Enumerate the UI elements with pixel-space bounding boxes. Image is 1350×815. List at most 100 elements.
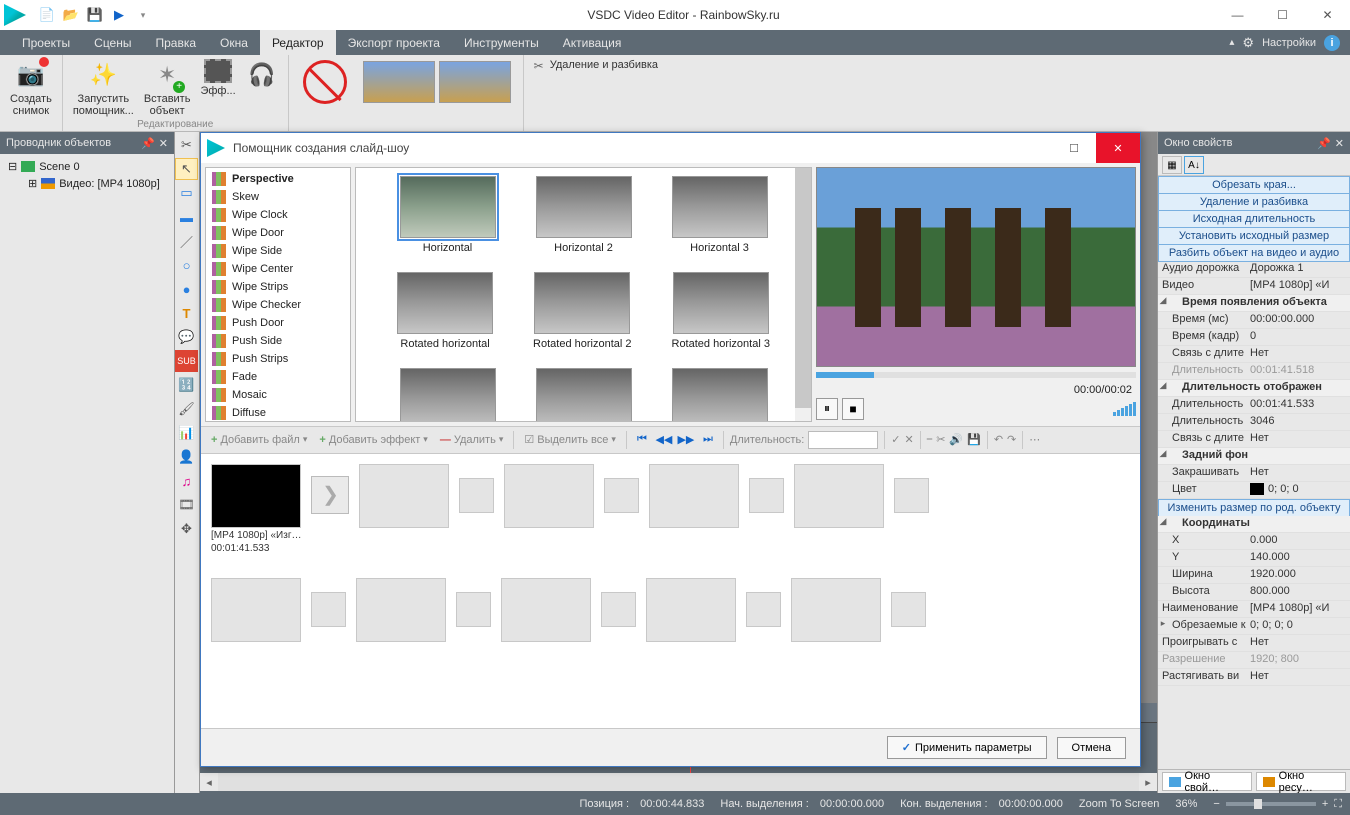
prop-button[interactable]: Установить исходный размер: [1158, 227, 1350, 245]
color-swatch[interactable]: [1250, 483, 1264, 495]
prop-row[interactable]: Наименование[MP4 1080p] «И: [1158, 601, 1350, 618]
slide-slot[interactable]: [211, 578, 301, 642]
prop-group-header[interactable]: ◢Длительность отображен: [1158, 380, 1350, 397]
prop-row[interactable]: ЗакрашиватьНет: [1158, 465, 1350, 482]
prop-row[interactable]: Ширина1920.000: [1158, 567, 1350, 584]
transition-slot[interactable]: ❯: [311, 476, 349, 514]
prop-button[interactable]: Обрезать края...: [1158, 176, 1350, 194]
menu-projects[interactable]: Проекты: [10, 30, 82, 55]
sort-alpha-icon[interactable]: A↓: [1184, 156, 1204, 174]
menu-edit[interactable]: Правка: [144, 30, 209, 55]
timeline-scrollbar[interactable]: ◂ ▸: [200, 773, 1157, 791]
qat-play-icon[interactable]: ▶: [110, 6, 128, 24]
zoom-fit-icon[interactable]: ⛶: [1334, 798, 1342, 811]
gallery-item[interactable]: Rotated horizontal 2: [533, 272, 631, 350]
prop-group-header[interactable]: ◢Координаты: [1158, 516, 1350, 533]
del-split-label[interactable]: Удаление и разбивка: [550, 59, 658, 71]
prop-row[interactable]: Цвет0; 0; 0: [1158, 482, 1350, 499]
prop-group-header[interactable]: ◢Время появления объекта: [1158, 295, 1350, 312]
tool-filledrect-icon[interactable]: ▬: [175, 206, 198, 228]
nav-prev-icon[interactable]: ◀◀: [655, 431, 673, 449]
transition-slot[interactable]: [459, 478, 494, 513]
prop-row[interactable]: ▸Обрезаемые кра0; 0; 0; 0: [1158, 618, 1350, 635]
menu-export[interactable]: Экспорт проекта: [336, 30, 452, 55]
tool-icon[interactable]: ⎯: [927, 433, 933, 446]
tool-brush-icon[interactable]: 🖌: [175, 398, 198, 420]
slide-slot-filled[interactable]: [211, 464, 301, 528]
category-item[interactable]: Push Door: [208, 314, 348, 332]
transition-slot[interactable]: [601, 592, 636, 627]
ribbon-thumb[interactable]: [439, 61, 511, 103]
add-effect-button[interactable]: +Добавить эффект▾: [315, 432, 431, 448]
category-item[interactable]: Wipe Center: [208, 260, 348, 278]
prop-row[interactable]: Y140.000: [1158, 550, 1350, 567]
tool-text-icon[interactable]: T: [175, 302, 198, 324]
options-icon[interactable]: ⋯: [1029, 433, 1040, 446]
ribbon-thumb[interactable]: [363, 61, 435, 103]
prop-button[interactable]: Удаление и разбивка: [1158, 193, 1350, 211]
tool-icon[interactable]: 💾: [967, 433, 981, 446]
collapse-icon[interactable]: ⊟: [8, 160, 17, 173]
tool-icon[interactable]: 🔊: [949, 433, 963, 446]
info-icon[interactable]: i: [1324, 35, 1340, 51]
rotate-left-icon[interactable]: ↶: [994, 433, 1003, 446]
category-item[interactable]: Wipe Door: [208, 224, 348, 242]
maximize-button[interactable]: ☐: [1260, 0, 1305, 30]
minimize-button[interactable]: —: [1215, 0, 1260, 30]
zoom-slider[interactable]: [1226, 802, 1316, 806]
menu-activation[interactable]: Активация: [551, 30, 634, 55]
slide-slot[interactable]: [794, 464, 884, 528]
stop-button[interactable]: ■: [842, 398, 864, 420]
gallery-item[interactable]: Horizontal 3: [672, 176, 768, 254]
nav-next-icon[interactable]: ▶▶: [677, 431, 695, 449]
tab-properties[interactable]: Окно свой…: [1162, 772, 1252, 791]
tool-chart-icon[interactable]: 📊: [175, 422, 198, 444]
qat-save-icon[interactable]: 💾: [86, 6, 104, 24]
dialog-close-button[interactable]: ✕: [1096, 133, 1140, 163]
gear-icon[interactable]: ⚙: [1242, 35, 1254, 51]
wizard-button[interactable]: ✨ Запустить помощник...: [69, 57, 138, 119]
gallery-item[interactable]: Rotated horizontal: [397, 272, 493, 350]
gallery-item[interactable]: Vertical 2: [536, 368, 632, 422]
zoom-in-icon[interactable]: +: [1322, 798, 1328, 810]
add-file-button[interactable]: +Добавить файл▾: [207, 432, 311, 448]
transition-slot[interactable]: [746, 592, 781, 627]
cancel-button[interactable]: Отмена: [1057, 737, 1126, 759]
cross-icon[interactable]: ✕: [904, 433, 913, 446]
category-item[interactable]: Skew: [208, 188, 348, 206]
tool-pointer-icon[interactable]: ↖: [175, 158, 198, 180]
menu-windows[interactable]: Окна: [208, 30, 260, 55]
tool-move-icon[interactable]: ✥: [175, 518, 198, 540]
sort-categorized-icon[interactable]: ▦: [1162, 156, 1182, 174]
tool-icon[interactable]: ✂: [936, 433, 945, 446]
qat-dropdown-icon[interactable]: ▾: [134, 6, 152, 24]
prop-row[interactable]: X0.000: [1158, 533, 1350, 550]
category-item[interactable]: Wipe Strips: [208, 278, 348, 296]
tab-resources[interactable]: Окно ресу…: [1256, 772, 1346, 791]
slide-slot[interactable]: [791, 578, 881, 642]
insert-object-button[interactable]: ✶+ Вставить объект: [140, 57, 195, 119]
volume-icon[interactable]: [1113, 402, 1136, 416]
prop-row[interactable]: Высота800.000: [1158, 584, 1350, 601]
tool-line-icon[interactable]: ／: [175, 230, 198, 252]
tree-video-node[interactable]: ⊞ Видео: [MP4 1080p]: [4, 175, 170, 192]
tool-music-icon[interactable]: ♫: [175, 470, 198, 492]
apply-button[interactable]: ✓Применить параметры: [887, 736, 1047, 759]
preview-progress[interactable]: [816, 372, 1136, 378]
prop-row[interactable]: Связь с длитеНет: [1158, 431, 1350, 448]
category-item[interactable]: Wipe Clock: [208, 206, 348, 224]
check-icon[interactable]: ✓: [891, 433, 900, 446]
prop-row[interactable]: Длительность00:01:41.533: [1158, 397, 1350, 414]
snapshot-button[interactable]: 📷 Создать снимок: [6, 57, 56, 119]
gallery-item[interactable]: Vertical: [400, 368, 496, 422]
gallery-item[interactable]: Horizontal 2: [536, 176, 632, 254]
nav-last-icon[interactable]: ⏭: [699, 431, 717, 449]
nav-first-icon[interactable]: ⏮: [633, 431, 651, 449]
tool-rect-icon[interactable]: ▭: [175, 182, 198, 204]
panel-close-icon[interactable]: ✕: [1335, 137, 1344, 150]
duration-input[interactable]: [808, 431, 878, 449]
prop-row[interactable]: Проигрывать сНет: [1158, 635, 1350, 652]
audio-button[interactable]: 🎧: [242, 57, 282, 119]
tool-sub-icon[interactable]: SUB: [175, 350, 198, 372]
prop-button[interactable]: Исходная длительность: [1158, 210, 1350, 228]
